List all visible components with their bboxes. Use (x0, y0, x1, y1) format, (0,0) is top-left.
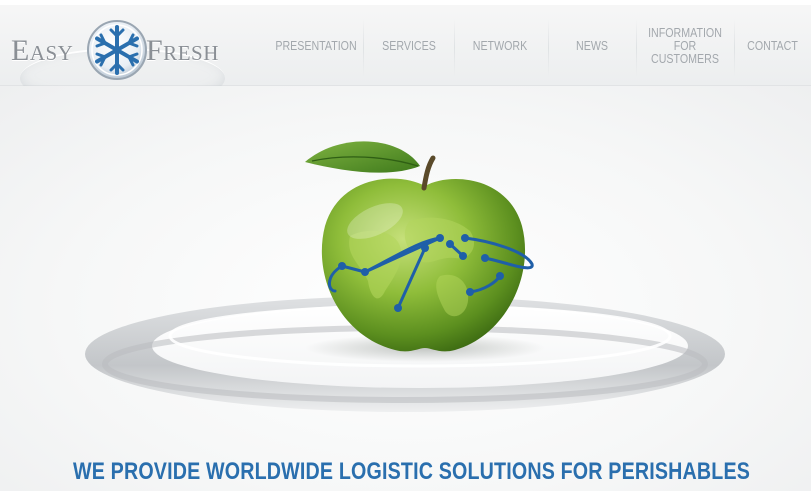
hero-banner: WE PROVIDE WORLDWIDE LOGISTIC SOLUTIONS … (0, 86, 811, 491)
nav-item-presentation[interactable]: PRESENTATION (275, 5, 356, 86)
nav-divider (636, 19, 637, 77)
nav-item-contact[interactable]: CONTACT (741, 5, 804, 86)
nav-item-services[interactable]: SERVICES (372, 5, 446, 86)
page: Easy Fresh PRESENTATION SERVICES NETWORK… (0, 0, 811, 491)
hero-tagline: WE PROVIDE WORLDWIDE LOGISTIC SOLUTIONS … (72, 458, 751, 485)
nav-divider (734, 19, 735, 77)
nav-item-label-line2: FOR CUSTOMERS (651, 38, 719, 66)
nav-item-information-for-customers[interactable]: INFORMATION FOR CUSTOMERS (645, 5, 725, 86)
main-navigation: PRESENTATION SERVICES NETWORK NEWS INFOR… (268, 5, 811, 86)
site-header: Easy Fresh PRESENTATION SERVICES NETWORK… (0, 0, 811, 86)
nav-item-network[interactable]: NETWORK (462, 5, 537, 86)
site-logo[interactable]: Easy Fresh (8, 18, 240, 82)
nav-divider (363, 19, 364, 77)
logo-word-easy: Easy (11, 34, 74, 67)
snowflake-icon (87, 20, 147, 80)
logo-word-fresh: Fresh (146, 34, 219, 67)
nav-divider (454, 19, 455, 77)
nav-item-news[interactable]: NEWS (556, 5, 628, 86)
nav-divider (548, 19, 549, 77)
hero-illustration (85, 141, 725, 412)
